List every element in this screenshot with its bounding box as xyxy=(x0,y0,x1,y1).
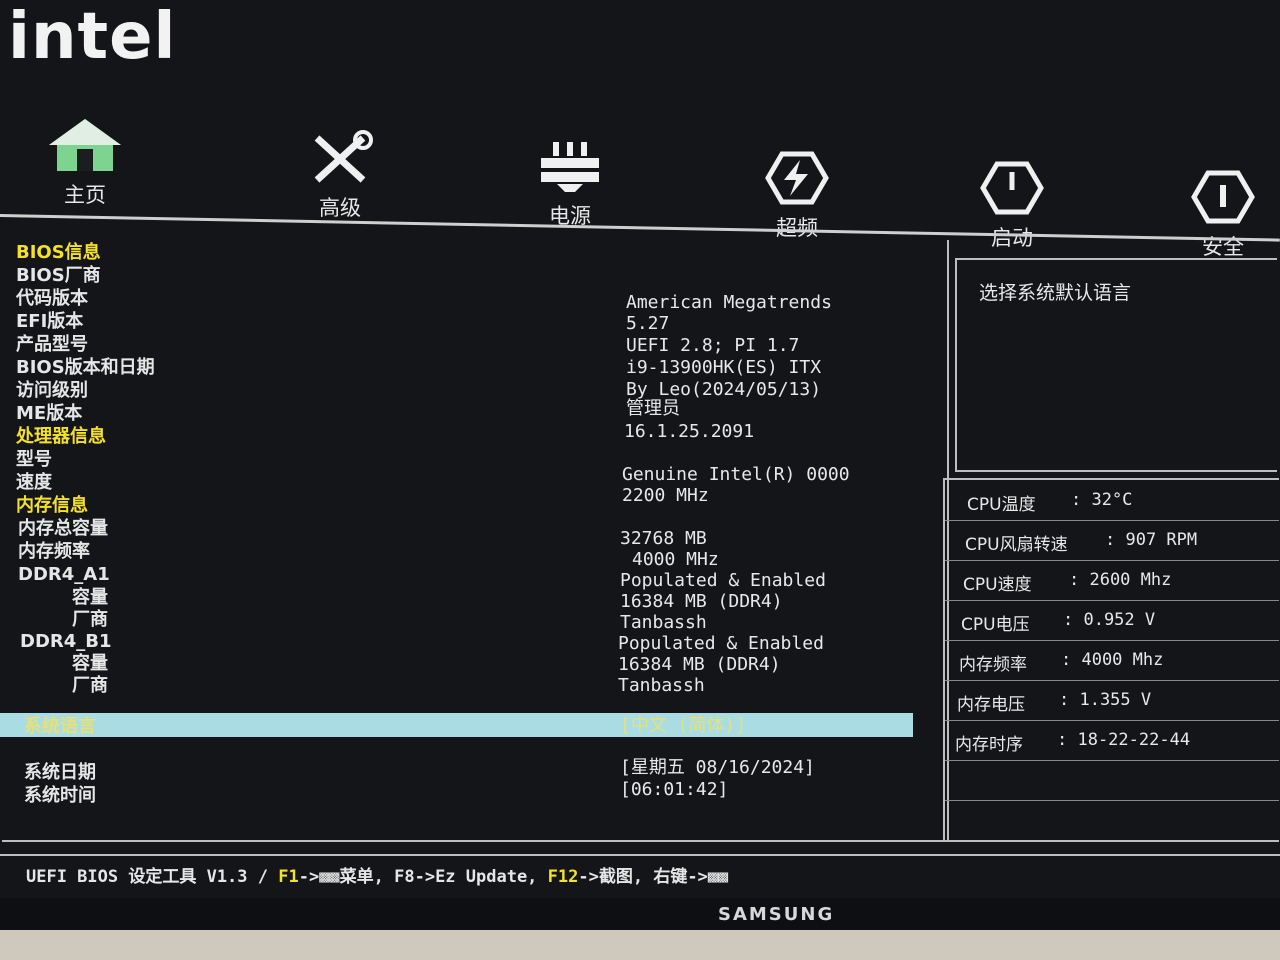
power-button-icon xyxy=(980,161,1044,215)
cpu-speed-value: 2200 MHz xyxy=(622,485,709,506)
status-value: : 2600 Mhz xyxy=(1069,570,1172,590)
ddr4-b1-label: DDR4_B1 xyxy=(20,631,112,652)
f1-text: ->▩▩菜单, F8->Ez Update, xyxy=(298,867,548,887)
efi-version-value: UEFI 2.8; PI 1.7 xyxy=(626,335,800,356)
memory-total-label: 内存总容量 xyxy=(18,518,108,539)
ddr4-a1-status-value: Populated & Enabled xyxy=(620,570,826,591)
ddr4-b1-vendor-label: 厂商 xyxy=(72,675,108,696)
lightning-icon xyxy=(765,151,829,205)
status-row: CPU温度 : 32°C xyxy=(945,480,1279,521)
tab-power[interactable]: 电源 xyxy=(505,138,635,230)
product-model-label: 产品型号 xyxy=(16,334,88,355)
footer-divider xyxy=(0,854,1280,856)
top-navigation: 主页 高级 电源 超频 启动 安全 xyxy=(0,105,1280,259)
system-time-label[interactable]: 系统时间 xyxy=(24,785,96,807)
status-value: : 907 RPM xyxy=(1105,530,1198,550)
memory-freq-value: 4000 MHz xyxy=(632,549,719,570)
right-panel: 选择系统默认语言 CPU温度 : 32°C CPU风扇转速 : 907 RPM … xyxy=(943,258,1279,842)
bios-screen: intel 主页 高级 电源 超频 启动 安全 BIOS信息 BIOS厂商 代码… xyxy=(0,0,1280,900)
tab-overclock-label: 超频 xyxy=(776,216,818,240)
memory-total-value: 32768 MB xyxy=(620,528,707,549)
ddr4-a1-vendor-value: Tanbassh xyxy=(620,612,707,633)
ddr4-a1-size-label: 容量 xyxy=(72,587,108,608)
tab-boot-label: 启动 xyxy=(991,226,1033,250)
ddr4-b1-vendor-value: Tanbassh xyxy=(618,675,705,696)
main-panel xyxy=(2,240,949,842)
footer-prefix: UEFI BIOS 设定工具 V1.3 / xyxy=(26,867,279,887)
me-version-value: 16.1.25.2091 xyxy=(624,421,755,442)
status-value: : 1.355 V xyxy=(1059,690,1152,710)
status-label: CPU风扇转速 xyxy=(965,535,1068,555)
ddr4-b1-status-value: Populated & Enabled xyxy=(618,633,824,654)
status-row: 内存电压 : 1.355 V xyxy=(945,680,1279,721)
ddr4-b1-size-label: 容量 xyxy=(72,653,108,674)
status-value: : 0.952 V xyxy=(1063,610,1156,630)
status-row: 内存时序 : 18-22-22-44 xyxy=(945,720,1279,761)
desk-surface xyxy=(0,930,1280,960)
status-row: CPU速度 : 2600 Mhz xyxy=(945,560,1279,601)
bios-version-date-label: BIOS版本和日期 xyxy=(16,357,155,378)
status-label: 内存时序 xyxy=(955,735,1023,755)
f1-key: F1 xyxy=(278,867,299,887)
system-time-value[interactable]: [06:01:42] xyxy=(620,779,728,801)
status-row-empty xyxy=(945,760,1279,801)
ddr4-a1-vendor-label: 厂商 xyxy=(72,609,108,630)
f12-text: ->截图, 右键->▩▩ xyxy=(578,867,729,887)
system-date-value[interactable]: [星期五 08/16/2024] xyxy=(620,757,815,779)
status-value: : 32°C xyxy=(1071,490,1133,510)
code-version-value: 5.27 xyxy=(626,313,670,334)
status-row: 内存频率 : 4000 Mhz xyxy=(945,640,1279,681)
status-label: CPU速度 xyxy=(963,575,1032,595)
home-icon xyxy=(49,119,121,171)
system-date-label[interactable]: 系统日期 xyxy=(24,762,96,784)
bios-vendor-label: BIOS厂商 xyxy=(16,265,101,286)
intel-logo: intel xyxy=(8,0,177,74)
product-model-value: i9-13900HK(ES) ITX xyxy=(626,357,822,378)
selected-row-highlight[interactable] xyxy=(0,713,913,737)
cpu-model-label: 型号 xyxy=(16,449,52,470)
cpu-info-header: 处理器信息 xyxy=(16,426,106,447)
footer-bar: UEFI BIOS 设定工具 V1.3 / F1->▩▩菜单, F8->Ez U… xyxy=(26,862,728,887)
bios-vendor-value: American Megatrends xyxy=(626,292,832,313)
power-plug-icon xyxy=(541,142,599,192)
monitor-brand-logo: SAMSUNG xyxy=(718,904,835,925)
status-value: : 18-22-22-44 xyxy=(1057,730,1191,750)
status-value: : 4000 Mhz xyxy=(1061,650,1164,670)
status-label: CPU电压 xyxy=(961,615,1030,635)
status-label: CPU温度 xyxy=(967,495,1036,515)
cpu-model-value: Genuine Intel(R) 0000 xyxy=(622,464,850,485)
tab-home-label: 主页 xyxy=(64,183,106,207)
efi-version-label: EFI版本 xyxy=(16,311,84,332)
system-language-label[interactable]: 系统语言 xyxy=(24,716,96,738)
memory-freq-label: 内存频率 xyxy=(18,541,90,562)
ddr4-b1-size-value: 16384 MB (DDR4) xyxy=(618,654,781,675)
bios-info-header: BIOS信息 xyxy=(16,242,101,263)
access-level-value: 管理员 xyxy=(626,398,680,419)
tab-security[interactable]: 安全 xyxy=(1158,169,1280,261)
tab-advanced[interactable]: 高级 xyxy=(275,130,405,222)
code-version-label: 代码版本 xyxy=(16,288,88,309)
ddr4-a1-label: DDR4_A1 xyxy=(18,564,110,585)
shield-icon xyxy=(1191,170,1255,224)
tab-boot[interactable]: 启动 xyxy=(947,160,1077,252)
cpu-speed-label: 速度 xyxy=(16,472,52,493)
ddr4-a1-size-value: 16384 MB (DDR4) xyxy=(620,591,783,612)
memory-info-header: 内存信息 xyxy=(16,495,88,516)
tools-icon xyxy=(314,130,373,183)
status-label: 内存电压 xyxy=(957,695,1025,715)
me-version-label: ME版本 xyxy=(16,403,83,424)
status-label: 内存频率 xyxy=(959,655,1027,675)
hardware-monitor: CPU温度 : 32°C CPU风扇转速 : 907 RPM CPU速度 : 2… xyxy=(943,478,1279,842)
system-language-value[interactable]: [中文 (简体)] xyxy=(620,715,746,737)
help-box: 选择系统默认语言 xyxy=(955,258,1277,472)
f12-key: F12 xyxy=(547,867,579,887)
status-row: CPU电压 : 0.952 V xyxy=(945,600,1279,641)
help-text: 选择系统默认语言 xyxy=(979,282,1132,304)
access-level-label: 访问级别 xyxy=(16,380,88,401)
tab-advanced-label: 高级 xyxy=(319,196,361,220)
status-row: CPU风扇转速 : 907 RPM xyxy=(945,520,1279,561)
tab-home[interactable]: 主页 xyxy=(20,115,150,209)
